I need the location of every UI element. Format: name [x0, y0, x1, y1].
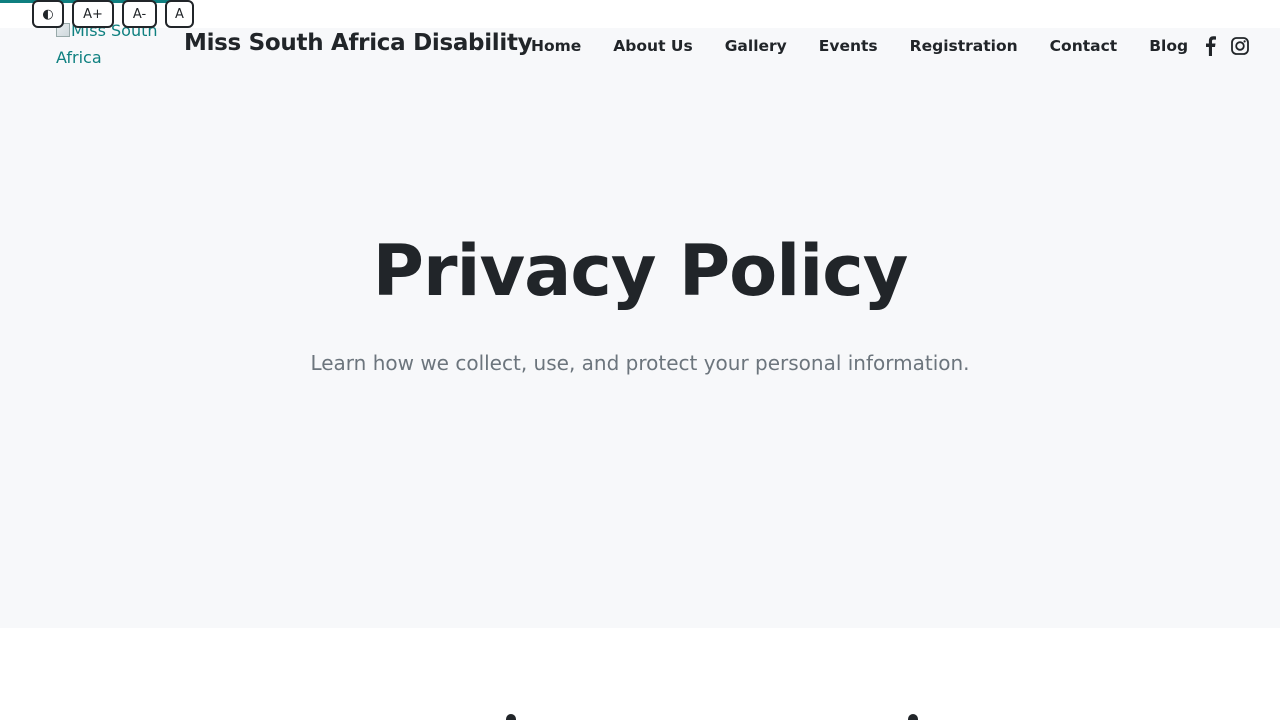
- reset-font-button[interactable]: A: [165, 0, 194, 28]
- hero-section: [0, 64, 1280, 628]
- nav-home[interactable]: Home: [531, 37, 581, 55]
- nav-registration[interactable]: Registration: [910, 37, 1018, 55]
- content-section: [0, 628, 1280, 720]
- page-title: Privacy Policy: [372, 230, 909, 312]
- content-glyph-fragment: [908, 714, 918, 720]
- main-nav: Home About Us Gallery Events Registratio…: [531, 35, 1260, 57]
- instagram-icon[interactable]: [1230, 35, 1250, 57]
- nav-events[interactable]: Events: [819, 37, 878, 55]
- content-glyph-fragment: [506, 714, 516, 720]
- accessibility-toolbar: ◐ A+ A- A: [32, 0, 194, 28]
- nav-about-us[interactable]: About Us: [613, 37, 692, 55]
- facebook-icon[interactable]: [1200, 35, 1220, 57]
- contrast-toggle-button[interactable]: ◐: [32, 0, 64, 28]
- nav-contact[interactable]: Contact: [1050, 37, 1118, 55]
- decrease-font-button[interactable]: A-: [122, 0, 157, 28]
- nav-blog[interactable]: Blog: [1149, 37, 1188, 55]
- nav-gallery[interactable]: Gallery: [725, 37, 787, 55]
- site-title[interactable]: Miss South Africa Disability: [184, 30, 533, 56]
- increase-font-button[interactable]: A+: [72, 0, 114, 28]
- page-subtitle: Learn how we collect, use, and protect y…: [310, 351, 970, 375]
